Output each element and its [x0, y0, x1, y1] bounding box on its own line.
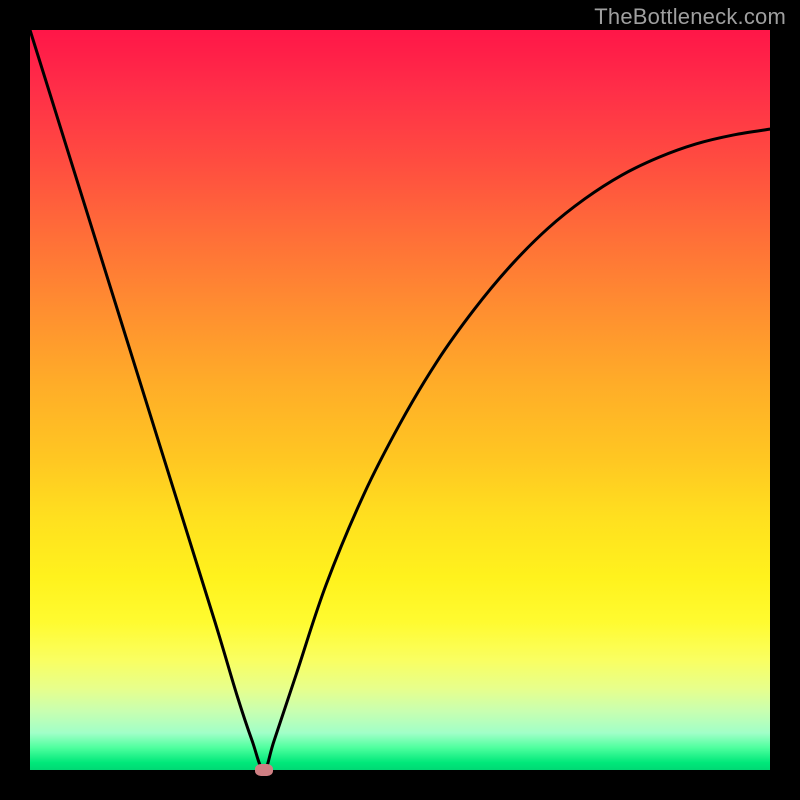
- bottleneck-curve: [30, 30, 770, 770]
- minimum-marker: [255, 764, 273, 776]
- chart-frame: TheBottleneck.com: [0, 0, 800, 800]
- watermark-text: TheBottleneck.com: [594, 4, 786, 30]
- curve-svg: [30, 30, 770, 770]
- plot-area: [30, 30, 770, 770]
